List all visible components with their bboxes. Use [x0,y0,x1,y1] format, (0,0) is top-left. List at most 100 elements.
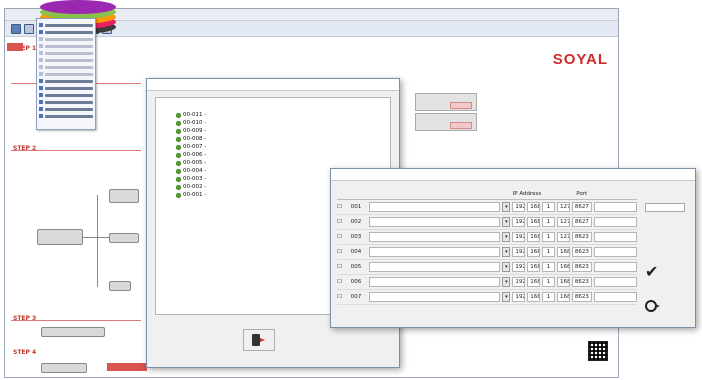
ip-octet[interactable]: 168 [557,262,570,272]
exit-button[interactable] [645,293,689,319]
row-checkbox[interactable]: ☐ [337,249,349,255]
port-field[interactable]: 8627 [571,217,592,227]
menu-item[interactable] [39,57,93,63]
ip-octet[interactable]: 168 [557,277,570,287]
table-row[interactable]: ☐ 007 ▾ 192 168 1 168 8623 [337,290,638,305]
tree-node[interactable]: 00-003 - [176,176,206,183]
menu-item[interactable] [39,64,93,70]
menu-item[interactable] [39,99,93,105]
ip-octet[interactable]: 127 [557,202,570,212]
row-checkbox[interactable]: ☐ [337,264,349,270]
row-checkbox[interactable]: ☐ [337,219,349,225]
ip-octet[interactable]: 168 [527,262,541,272]
table-row[interactable]: ☐ 004 ▾ 192 168 1 168 8623 [337,245,638,260]
host-field[interactable] [593,262,638,272]
ip-octet[interactable]: 1 [542,262,555,272]
ip-octet[interactable]: 192 [512,292,526,302]
row-checkbox[interactable]: ☐ [337,279,349,285]
browse-button[interactable]: ▾ [502,247,511,257]
tree-node[interactable]: 00-008 - [176,136,206,143]
ip-octet[interactable]: 1 [542,217,555,227]
ip-octet[interactable]: 192 [512,202,526,212]
device-name-field[interactable] [368,202,501,212]
ip-octet[interactable]: 127 [557,232,570,242]
menu-item[interactable] [39,113,93,119]
host-field[interactable] [593,277,638,287]
ip-octet[interactable]: 168 [527,292,541,302]
port-field[interactable]: 8623 [571,277,592,287]
ip-octet[interactable]: 168 [527,277,541,287]
tree-node[interactable]: 00-001 - [176,192,206,199]
tree-node[interactable]: 00-002 - [176,184,206,191]
exit-button[interactable] [243,329,275,351]
side-selector[interactable] [645,203,685,212]
ip-octet[interactable]: 168 [527,202,541,212]
ip-octet[interactable]: 1 [542,232,555,242]
host-field[interactable] [593,292,638,302]
menu-item[interactable] [39,92,93,98]
ip-octet[interactable]: 192 [512,217,526,227]
ip-octet[interactable]: 168 [527,217,541,227]
tree-node[interactable]: 00-009 - [176,128,206,135]
table-row[interactable]: ☐ 005 ▾ 192 168 1 168 8623 [337,260,638,275]
device-name-field[interactable] [368,262,501,272]
menu-item[interactable] [39,22,93,28]
port-field[interactable]: 8623 [571,262,592,272]
tree-node[interactable]: 00-005 - [176,160,206,167]
ip-octet[interactable]: 1 [542,292,555,302]
row-checkbox[interactable]: ☐ [337,204,349,210]
device-name-field[interactable] [368,277,501,287]
ip-octet[interactable]: 192 [512,232,526,242]
table-row[interactable]: ☐ 002 ▾ 192 168 1 127 8627 [337,215,638,230]
ip-octet[interactable]: 1 [542,277,555,287]
menu-item[interactable] [39,29,93,35]
ip-octet[interactable]: 192 [512,277,526,287]
host-field[interactable] [593,202,638,212]
device-name-field[interactable] [368,292,501,302]
host-field[interactable] [593,232,638,242]
port-field[interactable]: 8623 [571,247,592,257]
port-field[interactable]: 8623 [571,292,592,302]
ip-octet[interactable]: 192 [512,262,526,272]
ip-octet[interactable]: 168 [557,292,570,302]
browse-button[interactable]: ▾ [502,262,511,272]
device-name-field[interactable] [368,232,501,242]
table-row[interactable]: ☐ 001 ▾ 192 168 1 127 8627 [337,200,638,215]
browse-button[interactable]: ▾ [502,277,511,287]
tree-node[interactable]: 00-011 - [176,112,206,119]
browse-button[interactable]: ▾ [502,217,511,227]
device-name-field[interactable] [368,247,501,257]
menu-item[interactable] [39,36,93,42]
menu-item[interactable] [39,78,93,84]
menu-item[interactable] [39,85,93,91]
port-field[interactable]: 8623 [571,232,592,242]
tree-node[interactable]: 00-006 - [176,152,206,159]
tree-node[interactable]: 00-010 - [176,120,206,127]
browse-button[interactable]: ▾ [502,292,511,302]
ip-octet[interactable]: 168 [557,247,570,257]
menu-item[interactable] [39,71,93,77]
table-row[interactable]: ☐ 003 ▾ 192 168 1 127 8623 [337,230,638,245]
ip-octet[interactable]: 168 [527,247,541,257]
confirm-button[interactable]: ✔ [645,259,689,285]
host-field[interactable] [593,247,638,257]
ip-octet[interactable]: 1 [542,247,555,257]
port-field[interactable]: 8627 [571,202,592,212]
tree-node[interactable]: 00-007 - [176,144,206,151]
browse-button[interactable]: ▾ [502,202,511,212]
tree-node[interactable]: 00-004 - [176,168,206,175]
ip-octet[interactable]: 127 [557,217,570,227]
menu-item[interactable] [39,106,93,112]
ip-octet[interactable]: 192 [512,247,526,257]
host-field[interactable] [593,217,638,227]
table-row[interactable]: ☐ 006 ▾ 192 168 1 168 8623 [337,275,638,290]
row-checkbox[interactable]: ☐ [337,294,349,300]
row-checkbox[interactable]: ☐ [337,234,349,240]
browse-button[interactable]: ▾ [502,232,511,242]
device-name-field[interactable] [368,217,501,227]
ip-octet[interactable]: 1 [542,202,555,212]
menu-item[interactable] [39,50,93,56]
ip-octet[interactable]: 168 [527,232,541,242]
toolbar-icon[interactable] [24,23,34,34]
toolbar-icon[interactable] [11,23,21,34]
